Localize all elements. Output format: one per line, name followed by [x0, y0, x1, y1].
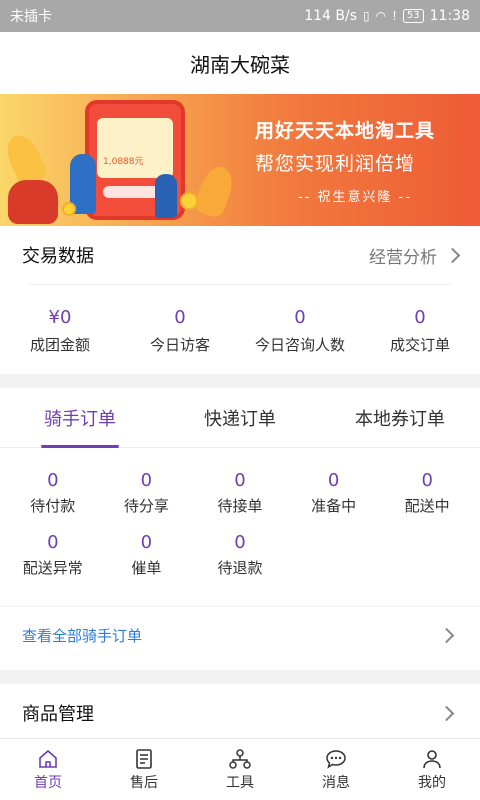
app-header: 湖南大碗菜: [0, 32, 480, 94]
stat-visitors[interactable]: 0 今日访客: [120, 307, 240, 355]
view-all-label: 查看全部骑手订单: [22, 627, 143, 645]
order-count: 0: [140, 532, 153, 553]
coin-decoration: [62, 202, 76, 216]
chevron-right-icon: [438, 627, 455, 644]
order-status-urge[interactable]: 0 催单: [100, 522, 194, 584]
bottom-tab-bar: 首页 售后 工具 消息 我的: [0, 738, 480, 800]
view-all-rider-orders[interactable]: 查看全部骑手订单: [0, 606, 480, 664]
order-count: 0: [327, 470, 340, 491]
chevron-right-icon: [438, 705, 455, 721]
person-illustration: [155, 174, 177, 218]
order-status-label: 配送异常: [22, 559, 83, 577]
section-gap: [0, 670, 480, 684]
order-count: 0: [234, 470, 246, 491]
tab-label: 售后: [130, 774, 158, 791]
goods-management-row[interactable]: 商品管理: [0, 684, 480, 742]
transaction-title: 交易数据: [22, 246, 94, 267]
network-speed: 114 B/s: [304, 8, 357, 24]
order-status-label: 待付款: [30, 497, 76, 515]
leaf-decoration: [192, 162, 238, 220]
tab-label: 首页: [34, 774, 62, 791]
stat-orders[interactable]: 0 成交订单: [360, 307, 480, 355]
order-status-pending-refund[interactable]: 0 待退款: [193, 522, 287, 584]
banner-subline: 帮您实现利润倍增: [255, 153, 416, 175]
order-count: 0: [47, 532, 59, 553]
tab-after-sales[interactable]: 售后: [96, 739, 192, 800]
alert-icon: !: [392, 9, 397, 23]
order-status-label: 待分享: [123, 497, 169, 515]
transaction-card: 交易数据 经营分析 ¥0 成团金额 0 今日访客 0 今日咨询人数 0 成交订单: [0, 226, 480, 374]
order-status-grid: 0 待付款 0 待分享 0 待接单 0 准备中 0 配送中 0 配送异常 0 催…: [0, 448, 480, 584]
phone-screen: 1,0888元: [97, 118, 173, 178]
transaction-stats: ¥0 成团金额 0 今日访客 0 今日咨询人数 0 成交订单: [0, 285, 480, 355]
banner-headline: 用好天天本地淘工具: [255, 120, 436, 142]
business-analysis-link[interactable]: 经营分析: [369, 243, 461, 268]
tab-label: 消息: [322, 774, 350, 791]
stat-inquiries[interactable]: 0 今日咨询人数: [240, 307, 360, 355]
money-bag-illustration: [8, 180, 58, 224]
carrier-label: 未插卡: [10, 9, 52, 25]
order-status-pending-accept[interactable]: 0 待接单: [193, 460, 287, 522]
goods-management-label: 商品管理: [22, 704, 94, 725]
orders-card: 骑手订单 快递订单 本地券订单 0 待付款 0 待分享 0 待接单 0 准备中 …: [0, 388, 480, 670]
tab-local-coupon-orders[interactable]: 本地券订单: [320, 388, 480, 447]
order-status-label: 催单: [131, 559, 162, 577]
order-count: 0: [421, 470, 433, 491]
order-status-label: 待接单: [217, 497, 263, 515]
phone-amount: 1,0888元: [103, 157, 144, 167]
document-icon: [133, 748, 155, 770]
order-status-label: 配送中: [404, 497, 450, 515]
order-count: 0: [140, 470, 153, 491]
order-tabs: 骑手订单 快递订单 本地券订单: [0, 388, 480, 448]
stat-group-amount[interactable]: ¥0 成团金额: [0, 307, 120, 355]
stat-label: 成交订单: [389, 336, 450, 354]
stat-label: 今日访客: [149, 336, 210, 354]
stat-label: 今日咨询人数: [254, 336, 345, 354]
vibrate-icon: ▯: [363, 9, 370, 23]
battery-icon: 53: [402, 9, 424, 23]
stat-value: ¥0: [48, 307, 72, 328]
home-icon: [37, 748, 59, 770]
stat-value: 0: [174, 307, 186, 328]
stat-value: 0: [414, 307, 426, 328]
store-title: 湖南大碗菜: [190, 52, 290, 77]
tab-tools[interactable]: 工具: [192, 739, 288, 800]
tab-messages[interactable]: 消息: [288, 739, 384, 800]
stat-value: 0: [294, 307, 306, 328]
order-status-label: 待退款: [217, 559, 263, 577]
clock: 11:38: [429, 8, 470, 24]
tab-label: 工具: [226, 774, 254, 791]
order-status-label: 准备中: [311, 497, 357, 515]
banner-text: 用好天天本地淘工具 帮您实现利润倍增 -- 祝生意兴隆 --: [255, 116, 455, 205]
order-count: 0: [234, 532, 246, 553]
order-status-delivery-exception[interactable]: 0 配送异常: [6, 522, 100, 584]
order-status-pending-share[interactable]: 0 待分享: [100, 460, 194, 522]
tab-label: 我的: [418, 774, 446, 791]
stat-label: 成团金额: [29, 336, 90, 354]
wifi-icon: ◠: [375, 9, 387, 23]
order-count: 0: [47, 470, 59, 491]
promo-banner[interactable]: 1,0888元 用好天天本地淘工具 帮您实现利润倍增 -- 祝生意兴隆 --: [0, 94, 480, 226]
business-analysis-label: 经营分析: [369, 247, 437, 268]
message-icon: [325, 748, 347, 770]
order-status-preparing[interactable]: 0 准备中: [287, 460, 381, 522]
chevron-right-icon: [444, 247, 461, 263]
tools-icon: [229, 748, 251, 770]
transaction-header: 交易数据 经营分析: [0, 226, 480, 284]
tab-profile[interactable]: 我的: [384, 739, 480, 800]
tab-home[interactable]: 首页: [0, 739, 96, 800]
coin-decoration: [180, 192, 198, 210]
order-status-pending-payment[interactable]: 0 待付款: [6, 460, 100, 522]
order-status-delivering[interactable]: 0 配送中: [380, 460, 474, 522]
status-bar: 未插卡 114 B/s ▯ ◠ ! 53 11:38: [0, 0, 480, 32]
tab-rider-orders[interactable]: 骑手订单: [0, 388, 160, 447]
section-gap: [0, 374, 480, 388]
tab-express-orders[interactable]: 快递订单: [160, 388, 320, 447]
banner-wish: -- 祝生意兴隆 --: [297, 190, 413, 205]
user-icon: [421, 748, 443, 770]
